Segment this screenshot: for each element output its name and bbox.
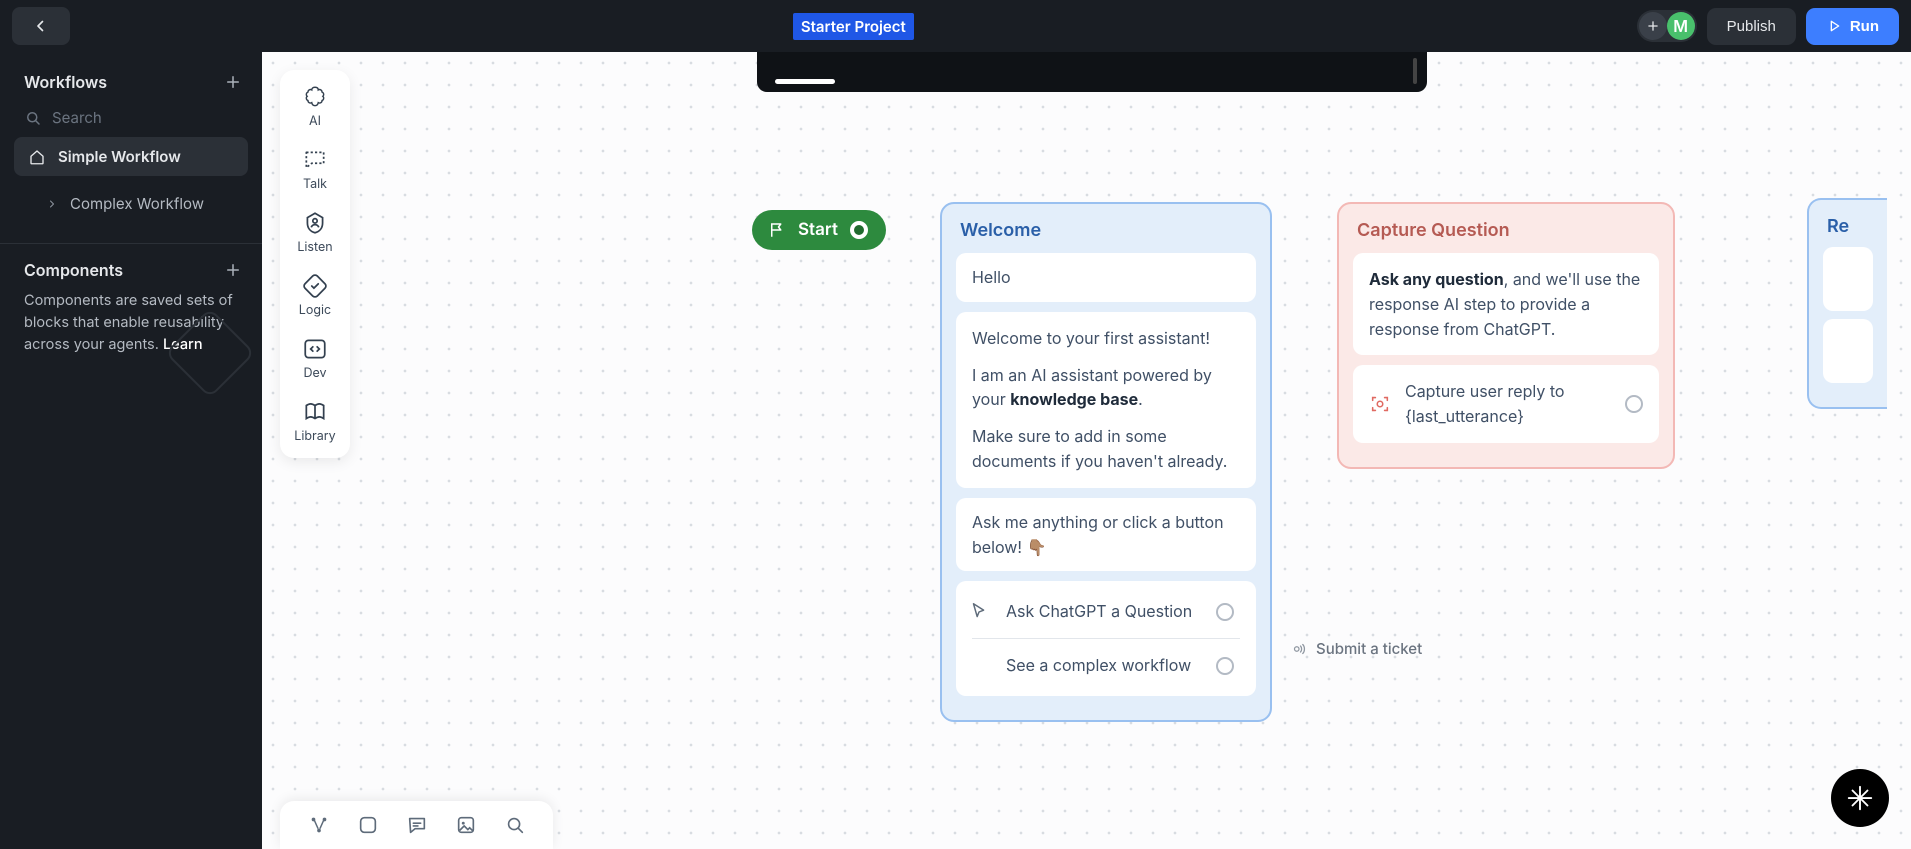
plus-icon <box>224 261 242 279</box>
option-ask-chatgpt[interactable]: Ask ChatGPT a Question <box>962 585 1250 638</box>
tool-rail: AI Talk Listen Logic Dev Library <box>280 70 350 458</box>
talk-icon <box>302 147 328 173</box>
workflows-header: Workflows <box>24 72 107 92</box>
collaborators[interactable]: M <box>1637 10 1697 42</box>
tool-ai[interactable]: AI <box>280 84 350 129</box>
bottom-search-icon[interactable] <box>504 814 526 836</box>
tool-library[interactable]: Library <box>280 399 350 444</box>
far-node[interactable]: Re <box>1807 198 1887 409</box>
start-node[interactable]: Start <box>752 210 886 250</box>
components-header: Components <box>24 260 123 280</box>
tool-talk[interactable]: Talk <box>280 147 350 192</box>
welcome-panel-1: Hello <box>956 253 1256 302</box>
welcome-panel-3: Ask me anything or click a button below!… <box>956 498 1256 572</box>
play-icon <box>1826 18 1842 34</box>
chat-fab[interactable] <box>1831 769 1889 827</box>
submit-ticket-label[interactable]: Submit a ticket <box>1290 639 1422 658</box>
plus-icon <box>224 73 242 91</box>
run-button[interactable]: Run <box>1806 8 1899 45</box>
start-label: Start <box>798 220 838 240</box>
audio-icon <box>1290 640 1308 658</box>
flag-icon <box>768 221 786 239</box>
capture-node[interactable]: Capture Question Ask any question, and w… <box>1337 202 1675 469</box>
add-component-button[interactable] <box>224 261 242 279</box>
tool-label: Listen <box>297 240 332 255</box>
add-collaborator-button[interactable] <box>1639 12 1667 40</box>
add-workflow-button[interactable] <box>224 73 242 91</box>
dev-icon <box>302 336 328 362</box>
tool-label: Logic <box>299 303 331 318</box>
search-input[interactable]: Search <box>0 102 262 133</box>
tool-label: Talk <box>303 177 327 192</box>
start-port[interactable] <box>850 221 868 239</box>
publish-button[interactable]: Publish <box>1707 8 1796 45</box>
tool-dev[interactable]: Dev <box>280 336 350 381</box>
home-icon <box>28 148 46 166</box>
sidebar-item-label: Simple Workflow <box>58 147 181 166</box>
sidebar-item-complex-workflow[interactable]: Complex Workflow <box>14 184 248 223</box>
project-title[interactable]: Starter Project <box>793 13 914 40</box>
sidebar-item-label: Complex Workflow <box>70 194 204 213</box>
bottom-rail <box>280 801 553 849</box>
sidebar-item-simple-workflow[interactable]: Simple Workflow <box>14 137 248 176</box>
avatar[interactable]: M <box>1667 12 1695 40</box>
capture-title: Capture Question <box>1357 220 1655 241</box>
search-icon <box>24 109 42 127</box>
welcome-title: Welcome <box>960 220 1252 241</box>
capture-row[interactable]: Capture user reply to {last_utterance} <box>1353 365 1659 443</box>
welcome-panel-2: Welcome to your first assistant! I am an… <box>956 312 1256 488</box>
bottom-nodes-icon[interactable] <box>308 814 330 836</box>
tool-label: Dev <box>303 366 326 381</box>
sparkle-icon <box>1845 783 1875 813</box>
listen-icon <box>302 210 328 236</box>
tool-label: AI <box>309 114 321 129</box>
tool-listen[interactable]: Listen <box>280 210 350 255</box>
tool-logic[interactable]: Logic <box>280 273 350 318</box>
search-placeholder: Search <box>52 108 102 127</box>
canvas[interactable]: AI Talk Listen Logic Dev Library <box>262 52 1911 849</box>
option-complex-workflow[interactable]: See a complex workflow <box>962 639 1250 692</box>
welcome-options: Ask ChatGPT a Question See a complex wor… <box>956 581 1256 696</box>
cursor-icon <box>968 601 990 623</box>
bottom-note-icon[interactable] <box>357 814 379 836</box>
welcome-node[interactable]: Welcome Hello Welcome to your first assi… <box>940 202 1272 722</box>
bottom-image-icon[interactable] <box>455 814 477 836</box>
video-strip[interactable] <box>757 52 1427 92</box>
run-button-label: Run <box>1850 18 1879 35</box>
bottom-chat-icon[interactable] <box>406 814 428 836</box>
capture-panel-1: Ask any question, and we'll use the resp… <box>1353 253 1659 355</box>
port[interactable] <box>1216 657 1234 675</box>
submit-ticket-text: Submit a ticket <box>1316 639 1422 658</box>
port[interactable] <box>1625 395 1643 413</box>
far-title: Re <box>1827 216 1869 237</box>
tool-label: Library <box>294 429 335 444</box>
capture-icon <box>1369 393 1391 415</box>
library-icon <box>302 399 328 425</box>
port[interactable] <box>1216 603 1234 621</box>
sidebar: Workflows Search Simple Workflow Complex… <box>0 52 262 849</box>
plus-icon <box>1646 19 1660 33</box>
back-button[interactable] <box>12 7 70 45</box>
ai-icon <box>302 84 328 110</box>
chevron-right-icon <box>46 198 58 210</box>
topbar: Starter Project M Publish Run <box>0 0 1911 52</box>
arrow-left-icon <box>32 17 50 35</box>
logic-icon <box>302 273 328 299</box>
